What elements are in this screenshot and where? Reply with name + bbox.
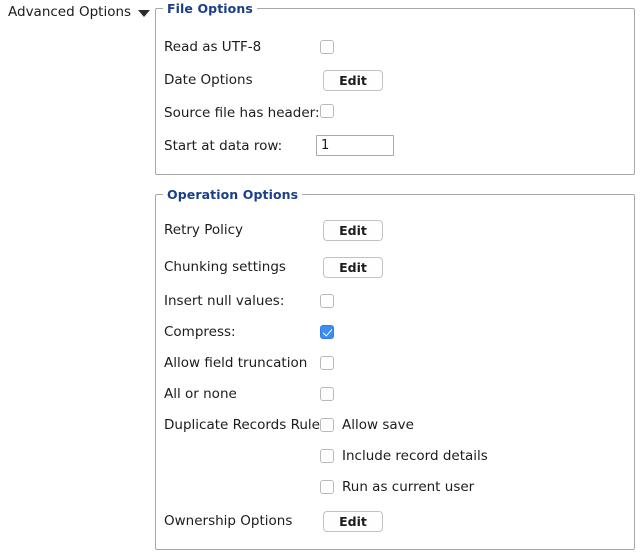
read-as-utf8-label: Read as UTF-8 [164, 39, 262, 55]
allow-save-checkbox[interactable] [320, 418, 334, 432]
row-source-file-has-header: Source file has header: [164, 102, 320, 124]
insert-null-values-label: Insert null values: [164, 293, 285, 309]
file-options-title: File Options [163, 1, 257, 16]
run-as-current-user-label: Run as current user [342, 479, 475, 495]
allow-save-label: Allow save [342, 417, 414, 433]
date-options-button-wrap: Edit [323, 69, 383, 91]
row-allow-field-truncation: Allow field truncation [164, 352, 307, 374]
include-record-details-label: Include record details [342, 448, 488, 464]
row-read-as-utf8: Read as UTF-8 [164, 36, 261, 58]
date-options-label: Date Options [164, 72, 253, 88]
run-as-current-user-checkbox[interactable] [320, 480, 334, 494]
operation-options-title: Operation Options [163, 187, 303, 202]
row-duplicate-records-rule: Duplicate Records Rule [164, 414, 320, 436]
insert-null-values-checkbox-wrap [320, 290, 334, 312]
row-compress: Compress: [164, 321, 236, 343]
include-record-details-option: Include record details [320, 445, 488, 467]
duplicate-records-rule-label: Duplicate Records Rule [164, 417, 320, 433]
row-start-at-data-row: Start at data row: [164, 135, 282, 157]
row-date-options: Date Options [164, 69, 253, 91]
row-chunking-settings: Chunking settings [164, 256, 286, 278]
compress-checkbox[interactable] [320, 325, 334, 339]
chunking-settings-edit-button[interactable]: Edit [323, 256, 383, 278]
ownership-options-label: Ownership Options [164, 513, 293, 529]
run-as-current-user-option: Run as current user [320, 476, 474, 498]
advanced-options-disclosure[interactable]: Advanced Options [8, 4, 151, 20]
ownership-options-edit-button[interactable]: Edit [323, 510, 383, 532]
all-or-none-checkbox[interactable] [320, 387, 334, 401]
allow-field-truncation-checkbox-wrap [320, 352, 334, 374]
row-insert-null-values: Insert null values: [164, 290, 284, 312]
retry-policy-button-wrap: Edit [323, 219, 383, 241]
advanced-options-label: Advanced Options [8, 4, 132, 20]
start-at-data-row-input[interactable] [316, 134, 394, 156]
date-options-edit-button[interactable]: Edit [323, 69, 383, 91]
file-options-group: File Options Read as UTF-8 Date Options … [155, 1, 635, 175]
read-as-utf8-checkbox[interactable] [320, 40, 334, 54]
allow-save-option: Allow save [320, 414, 414, 436]
source-file-has-header-checkbox-wrap [320, 100, 334, 122]
retry-policy-edit-button[interactable]: Edit [323, 219, 383, 241]
all-or-none-checkbox-wrap [320, 383, 334, 405]
start-at-data-row-input-wrap [316, 134, 394, 156]
chevron-down-icon[interactable] [138, 9, 151, 17]
operation-options-group: Operation Options Retry Policy Edit Chun… [155, 187, 635, 550]
insert-null-values-checkbox[interactable] [320, 294, 334, 308]
row-retry-policy: Retry Policy [164, 219, 243, 241]
include-record-details-checkbox[interactable] [320, 449, 334, 463]
chunking-settings-label: Chunking settings [164, 259, 286, 275]
source-file-has-header-checkbox[interactable] [320, 104, 334, 118]
chunking-settings-button-wrap: Edit [323, 256, 383, 278]
retry-policy-label: Retry Policy [164, 222, 244, 238]
compress-checkbox-wrap [320, 321, 334, 343]
compress-label: Compress: [164, 324, 236, 340]
all-or-none-label: All or none [164, 386, 237, 402]
row-all-or-none: All or none [164, 383, 237, 405]
ownership-options-button-wrap: Edit [323, 510, 383, 532]
allow-field-truncation-checkbox[interactable] [320, 356, 334, 370]
source-file-has-header-label: Source file has header: [164, 105, 320, 121]
start-at-data-row-label: Start at data row: [164, 138, 283, 154]
read-as-utf8-checkbox-wrap [320, 36, 334, 58]
allow-field-truncation-label: Allow field truncation [164, 355, 308, 371]
row-ownership-options: Ownership Options [164, 510, 292, 532]
